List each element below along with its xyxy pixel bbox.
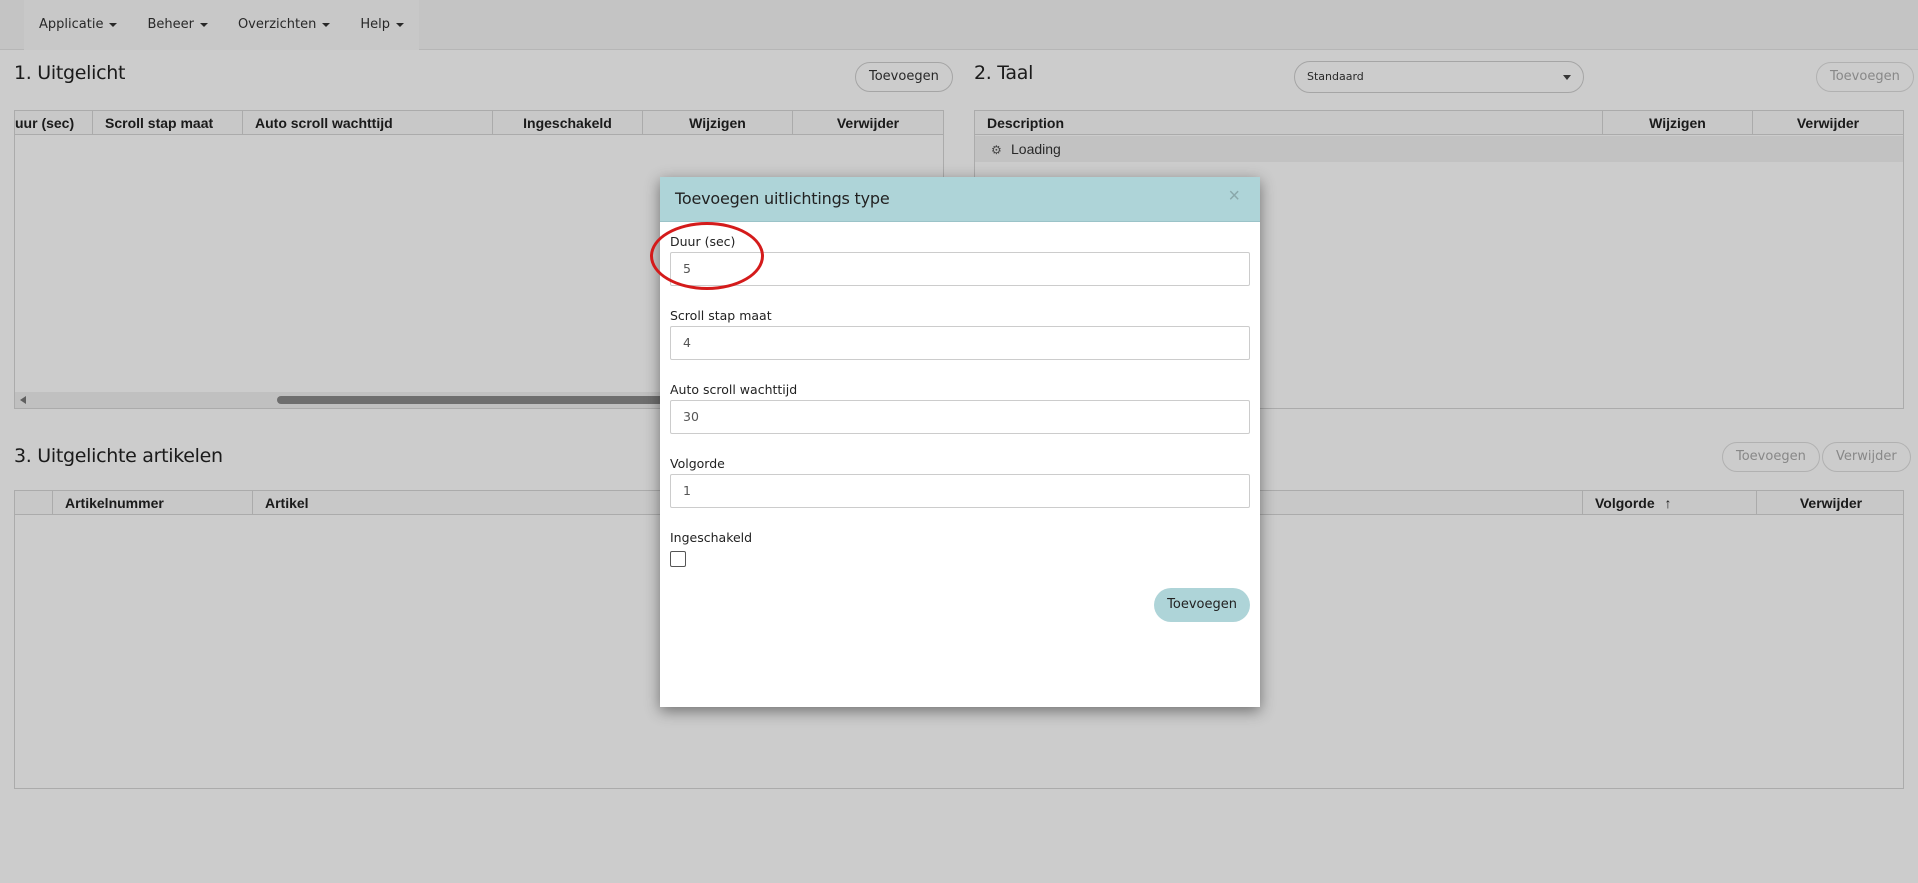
ingeschakeld-checkbox[interactable]: [670, 551, 686, 567]
annotation-circle: [650, 222, 764, 290]
submit-toevoegen-button[interactable]: Toevoegen: [1154, 588, 1250, 622]
auto-scroll-wachttijd-input[interactable]: 30: [670, 400, 1250, 434]
scroll-stap-maat-input[interactable]: 4: [670, 326, 1250, 360]
auto-scroll-wachttijd-label: Auto scroll wachttijd: [670, 382, 798, 397]
close-icon[interactable]: ×: [1228, 186, 1240, 206]
ingeschakeld-label: Ingeschakeld: [670, 530, 753, 545]
scroll-stap-maat-label: Scroll stap maat: [670, 308, 772, 323]
volgorde-label: Volgorde: [670, 456, 725, 471]
modal-header: Toevoegen uitlichtings type ×: [660, 177, 1260, 222]
modal-title: Toevoegen uitlichtings type: [675, 189, 890, 208]
volgorde-input[interactable]: 1: [670, 474, 1250, 508]
